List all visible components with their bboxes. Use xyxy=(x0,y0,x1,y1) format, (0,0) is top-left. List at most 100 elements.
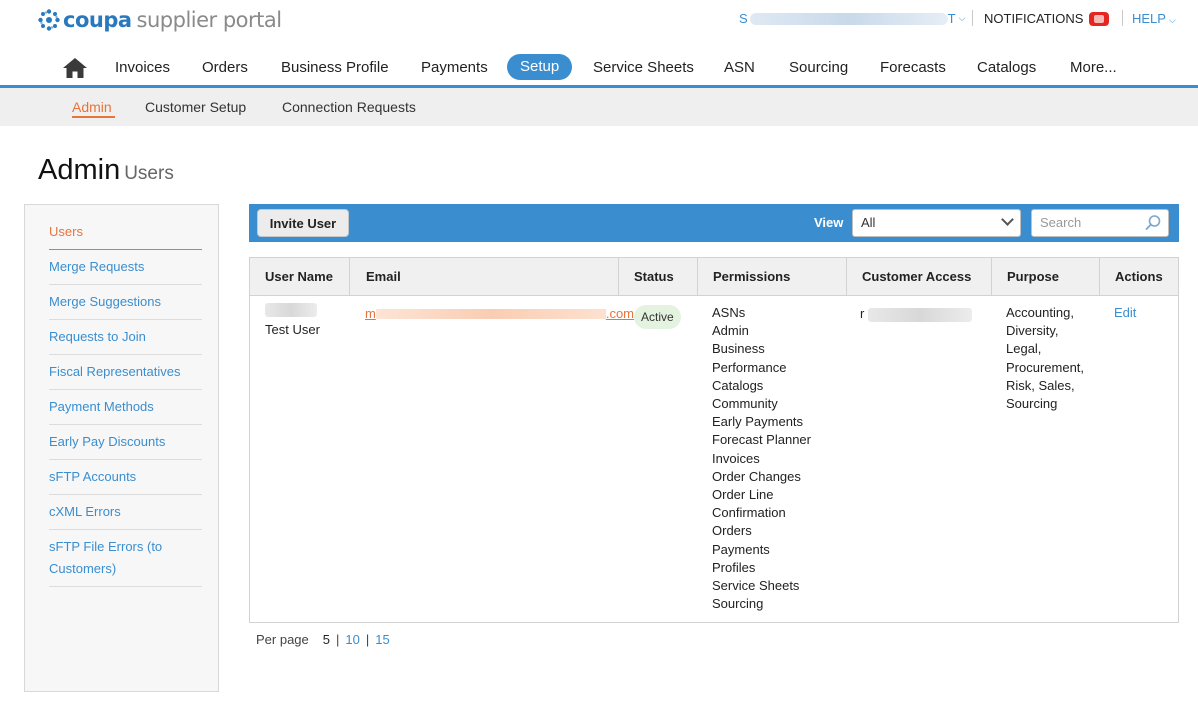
per-page-5: 5 xyxy=(322,632,330,647)
purpose-item: Sourcing xyxy=(1006,396,1058,412)
nav-catalogs[interactable]: Catalogs xyxy=(977,59,1036,76)
page-title: Admin Users xyxy=(38,154,174,187)
redacted-customer xyxy=(867,307,972,322)
home-icon[interactable] xyxy=(62,57,88,79)
col-customer-access[interactable]: Customer Access xyxy=(847,258,971,296)
user-menu-suffix: T xyxy=(947,11,956,26)
page-subtitle: Users xyxy=(124,163,174,184)
permission-item: Confirmation xyxy=(712,505,786,521)
search-input[interactable]: Search xyxy=(1031,209,1169,237)
purpose-item: Accounting, xyxy=(1006,305,1074,320)
redacted-email xyxy=(375,308,606,319)
permission-item: Orders xyxy=(712,523,752,539)
notifications-label: NOTIFICATIONS xyxy=(984,11,1084,26)
purpose-item: Procurement, xyxy=(1006,359,1085,375)
email-end: .com xyxy=(605,306,635,321)
nav-business-profile[interactable]: Business Profile xyxy=(281,59,389,76)
nav-asn[interactable]: ASN xyxy=(724,59,755,76)
coupa-logo[interactable]: coupa supplier portal xyxy=(37,8,282,32)
user-name: Test User xyxy=(265,322,320,337)
col-actions: Actions xyxy=(1115,269,1163,284)
invite-user-button[interactable]: Invite User xyxy=(257,209,349,237)
side-item-cxml-errors[interactable]: cXML Errors xyxy=(49,501,202,523)
col-email[interactable]: Email xyxy=(351,258,401,296)
col-status[interactable]: Status xyxy=(619,258,674,296)
side-item-users[interactable]: Users xyxy=(49,221,202,243)
permissions-cell: ASNs Admin Business Performance Catalogs… xyxy=(712,304,811,613)
page-title-text: Admin xyxy=(38,154,121,186)
sub-nav: Admin Customer Setup Connection Requests xyxy=(0,88,1198,126)
permission-item: Profiles xyxy=(712,559,756,575)
col-purpose[interactable]: Purpose xyxy=(992,258,1059,296)
side-menu: Users Merge Requests Merge Suggestions R… xyxy=(24,204,219,692)
logo-portal-text: supplier portal xyxy=(136,8,283,32)
table-header: User Name Email Status Permissions Custo… xyxy=(250,258,1178,296)
help-menu[interactable]: HELP ⌵ xyxy=(1132,11,1176,26)
nav-invoices[interactable]: Invoices xyxy=(115,59,170,76)
view-select[interactable]: All xyxy=(852,209,1021,237)
col-permissions[interactable]: Permissions xyxy=(698,258,790,296)
chevron-down-icon: ⌵ xyxy=(1168,15,1176,25)
users-toolbar: Invite User View All Search xyxy=(249,204,1179,242)
nav-setup[interactable]: Setup xyxy=(507,54,573,80)
logo-wordmark: coupa xyxy=(63,8,132,32)
subnav-connection-requests[interactable]: Connection Requests xyxy=(282,99,416,115)
side-item-early-pay-discounts[interactable]: Early Pay Discounts xyxy=(49,431,202,453)
nav-sourcing[interactable]: Sourcing xyxy=(789,59,848,76)
side-divider xyxy=(49,459,202,460)
user-menu[interactable]: S T ⌵ xyxy=(739,11,965,26)
side-divider xyxy=(49,494,202,495)
search-icon[interactable] xyxy=(1144,214,1162,232)
side-item-sftp-accounts[interactable]: sFTP Accounts xyxy=(49,466,202,488)
permission-item: Sourcing xyxy=(712,596,764,612)
view-select-value: All xyxy=(861,215,876,230)
permission-item: Service Sheets xyxy=(712,578,800,594)
side-divider xyxy=(49,389,202,390)
permission-item: ASNs xyxy=(712,305,746,320)
active-tab-underline xyxy=(72,116,115,118)
notification-badge-icon xyxy=(1089,11,1110,26)
col-user-name[interactable]: User Name xyxy=(250,258,333,296)
view-label: View xyxy=(814,215,844,230)
per-page-label: Per page xyxy=(256,632,309,647)
user-menu-initial: S xyxy=(739,11,748,26)
side-item-merge-suggestions[interactable]: Merge Suggestions xyxy=(49,291,202,313)
side-item-payment-methods[interactable]: Payment Methods xyxy=(49,396,202,418)
email-link[interactable]: m .com xyxy=(365,306,634,321)
nav-service-sheets[interactable]: Service Sheets xyxy=(593,59,694,76)
main-nav: Invoices Orders Business Profile Payment… xyxy=(0,50,1198,86)
per-page-15[interactable]: 15 xyxy=(375,632,389,647)
side-item-merge-requests[interactable]: Merge Requests xyxy=(49,256,202,278)
pager-divider: | xyxy=(365,632,370,647)
nav-forecasts[interactable]: Forecasts xyxy=(880,59,946,76)
side-divider xyxy=(49,354,202,355)
purpose-item: Legal, xyxy=(1006,341,1042,357)
edit-link[interactable]: Edit xyxy=(1114,305,1136,320)
status-badge: Active xyxy=(634,305,681,329)
nav-more[interactable]: More... xyxy=(1070,59,1117,76)
per-page-10[interactable]: 10 xyxy=(345,632,359,647)
chevron-down-icon xyxy=(1001,213,1014,226)
subnav-customer-setup[interactable]: Customer Setup xyxy=(145,99,246,115)
side-divider xyxy=(49,319,202,320)
email-start: m xyxy=(365,306,376,321)
notifications-button[interactable]: NOTIFICATIONS xyxy=(984,11,1110,26)
top-header: coupa supplier portal S T ⌵ NOTIFICATION… xyxy=(0,0,1198,44)
side-divider xyxy=(49,586,202,587)
subnav-admin[interactable]: Admin xyxy=(72,99,112,115)
permission-item: Order Line xyxy=(712,487,774,503)
side-item-fiscal-representatives[interactable]: Fiscal Representatives xyxy=(49,361,202,383)
permission-item: Admin xyxy=(712,323,749,339)
side-divider xyxy=(49,424,202,425)
side-item-requests-to-join[interactable]: Requests to Join xyxy=(49,326,202,348)
help-label: HELP xyxy=(1132,11,1166,26)
nav-payments[interactable]: Payments xyxy=(421,59,488,76)
permission-item: Order Changes xyxy=(712,468,801,484)
permission-item: Forecast Planner xyxy=(712,432,811,448)
email-cell[interactable]: m .com xyxy=(365,305,634,323)
customer-access-cell: r xyxy=(860,305,972,323)
nav-orders[interactable]: Orders xyxy=(202,59,248,76)
permission-item: Payments xyxy=(712,541,770,557)
side-item-sftp-file-errors[interactable]: sFTP File Errors (to Customers) xyxy=(49,536,202,580)
side-divider xyxy=(49,529,202,530)
